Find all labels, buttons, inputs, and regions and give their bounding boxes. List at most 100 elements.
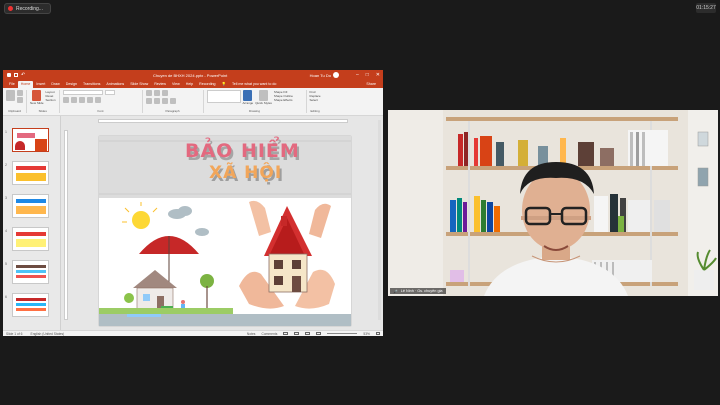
tab-draw[interactable]: Draw <box>48 81 62 88</box>
underline-icon[interactable] <box>78 97 85 103</box>
lightbulb-icon: 💡 <box>221 82 226 86</box>
strikethrough-icon[interactable] <box>86 97 93 103</box>
zoom-slider[interactable] <box>327 333 358 334</box>
justify-icon[interactable] <box>169 98 176 104</box>
slide-thumbnail[interactable] <box>12 293 49 317</box>
slide-editing-area: BẢO HIỂM XÃ HỘI <box>61 116 383 330</box>
ribbon-home: Clipboard New Slide Layout Reset Section… <box>3 88 383 116</box>
tab-transitions[interactable]: Transitions <box>80 81 103 88</box>
slide-thumbnail[interactable] <box>12 194 49 218</box>
section-button[interactable]: Section <box>46 98 56 102</box>
person-icon <box>181 300 185 304</box>
numbering-icon[interactable] <box>153 90 160 96</box>
select-button[interactable]: Select <box>310 98 318 102</box>
quick-styles-icon[interactable] <box>259 90 269 101</box>
slide-thumbnail[interactable] <box>12 227 49 251</box>
tab-file[interactable]: File <box>6 81 18 88</box>
cut-icon[interactable] <box>17 90 23 96</box>
share-button[interactable]: Share <box>363 81 379 88</box>
slideshow-view-icon[interactable] <box>316 332 322 335</box>
ribbon-group-editing: Find Replace Select Editing <box>310 90 324 113</box>
powerpoint-window: ↶ Chuyen de BHXH 2024.pptx - PowerPoint … <box>3 70 383 336</box>
align-center-icon[interactable] <box>153 98 160 104</box>
bullets-icon[interactable] <box>145 90 152 96</box>
copy-icon[interactable] <box>17 97 23 103</box>
font-size-dropdown[interactable] <box>104 90 115 95</box>
quick-styles-label: Quick Styles <box>255 101 272 105</box>
record-icon <box>8 6 13 11</box>
webcam-feed <box>388 110 718 296</box>
slide-title-line2[interactable]: XÃ HỘI <box>209 163 282 183</box>
undo-icon[interactable]: ↶ <box>21 72 25 78</box>
notes-button[interactable]: Notes <box>247 332 256 336</box>
bold-icon[interactable] <box>62 97 69 103</box>
meeting-timer: 01:15:27 <box>696 3 716 13</box>
tab-slide-show[interactable]: Slide Show <box>127 81 151 88</box>
tab-help[interactable]: Help <box>183 81 196 88</box>
participant-name-tag: 🎤 Lê Ninh · Gs. chuyên gia <box>390 288 446 294</box>
small-house-icon <box>133 270 177 311</box>
ribbon-group-clipboard: Clipboard <box>6 90 27 113</box>
thumb-number: 1 <box>5 130 7 134</box>
sun-icon <box>122 202 158 229</box>
indent-icon[interactable] <box>161 90 168 96</box>
vertical-ruler <box>64 130 68 320</box>
microphone-icon: 🎤 <box>393 289 398 294</box>
align-left-icon[interactable] <box>145 98 152 104</box>
slide-thumbnail[interactable] <box>12 161 49 185</box>
ribbon-group-font: Font <box>62 90 143 113</box>
align-right-icon[interactable] <box>161 98 168 104</box>
close-button[interactable]: ✕ <box>376 72 380 78</box>
slide-title-line1[interactable]: BẢO HIỂM <box>185 140 300 162</box>
tell-me-search[interactable]: Tell me what you want to do <box>229 81 279 88</box>
tab-animations[interactable]: Animations <box>103 81 127 88</box>
recording-indicator[interactable]: Recording... <box>4 3 51 14</box>
font-color-icon[interactable] <box>94 97 101 103</box>
horizontal-ruler <box>98 119 348 123</box>
autosave-icon[interactable] <box>7 73 11 77</box>
slide-counter: Slide 1 of 6 <box>6 331 23 336</box>
document-title: Chuyen de BHXH 2024.pptx - PowerPoint <box>153 72 228 78</box>
current-slide[interactable]: BẢO HIỂM XÃ HỘI <box>99 136 351 326</box>
sorter-view-icon[interactable] <box>294 332 300 335</box>
group-label-paragraph: Paragraph <box>165 109 180 113</box>
italic-icon[interactable] <box>70 97 77 103</box>
paste-icon[interactable] <box>6 90 15 101</box>
group-label-drawing: Drawing <box>249 109 261 113</box>
timer-label: 01:15:27 <box>696 5 716 11</box>
zoom-level[interactable]: 53% <box>363 332 370 336</box>
thumb-number: 4 <box>5 229 7 233</box>
tab-home[interactable]: Home <box>17 81 34 88</box>
normal-view-icon[interactable] <box>283 332 289 335</box>
slide-thumbnail[interactable] <box>12 260 49 284</box>
tab-recording[interactable]: Recording <box>196 81 218 88</box>
vertical-scrollbar[interactable] <box>378 120 381 320</box>
save-icon[interactable] <box>14 73 18 77</box>
shape-effects-button[interactable]: Shape Effects <box>274 98 293 102</box>
shapes-gallery[interactable] <box>206 90 241 103</box>
language-indicator[interactable]: English (United States) <box>31 332 65 336</box>
user-avatar[interactable] <box>333 72 339 78</box>
recording-label: Recording... <box>16 5 43 12</box>
ribbon-tabs: File Home Insert Draw Design Transitions… <box>3 80 383 88</box>
group-label-clipboard: Clipboard <box>8 109 21 113</box>
slide-thumbnail-pane[interactable]: 1 2 3 4 5 6 <box>3 116 61 330</box>
reading-view-icon[interactable] <box>305 332 311 335</box>
user-name[interactable]: Hoan Tu Do <box>310 73 331 78</box>
font-name-dropdown[interactable] <box>62 90 103 95</box>
wall-frame <box>697 131 709 147</box>
ribbon-group-drawing: Arrange Quick Styles Shape Fill Shape Ou… <box>206 90 307 113</box>
maximize-button[interactable]: □ <box>366 72 369 78</box>
tab-review[interactable]: Review <box>151 81 169 88</box>
comments-button[interactable]: Comments <box>261 332 277 336</box>
fit-slide-icon[interactable] <box>376 332 380 335</box>
tab-view[interactable]: View <box>169 81 183 88</box>
thumb-number: 5 <box>5 262 7 266</box>
arrange-icon[interactable] <box>243 90 253 101</box>
minimize-button[interactable]: – <box>356 72 359 78</box>
webcam-video-tile[interactable]: 🎤 Lê Ninh · Gs. chuyên gia <box>388 110 718 296</box>
slide-thumbnail[interactable] <box>12 128 49 152</box>
tab-design[interactable]: Design <box>63 81 80 88</box>
new-slide-icon[interactable] <box>32 90 42 101</box>
tab-insert[interactable]: Insert <box>33 81 48 88</box>
